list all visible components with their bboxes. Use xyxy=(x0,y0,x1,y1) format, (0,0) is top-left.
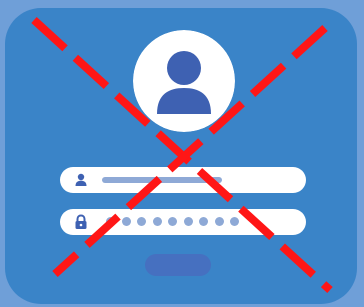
placeholder-bar xyxy=(164,177,222,183)
password-dot xyxy=(183,217,193,226)
password-dot xyxy=(121,217,131,226)
username-field[interactable] xyxy=(60,167,306,193)
login-button[interactable] xyxy=(145,254,211,276)
password-dot xyxy=(230,217,239,226)
password-dot xyxy=(137,217,146,226)
user-avatar-icon xyxy=(133,30,235,132)
password-field[interactable] xyxy=(60,209,306,235)
password-dot xyxy=(214,217,224,226)
user-icon xyxy=(72,171,90,189)
password-dot xyxy=(199,217,208,226)
padlock-icon xyxy=(72,213,90,231)
password-dot xyxy=(106,217,115,226)
username-placeholder xyxy=(102,177,264,183)
password-dot xyxy=(168,217,177,226)
password-dot xyxy=(152,217,162,226)
